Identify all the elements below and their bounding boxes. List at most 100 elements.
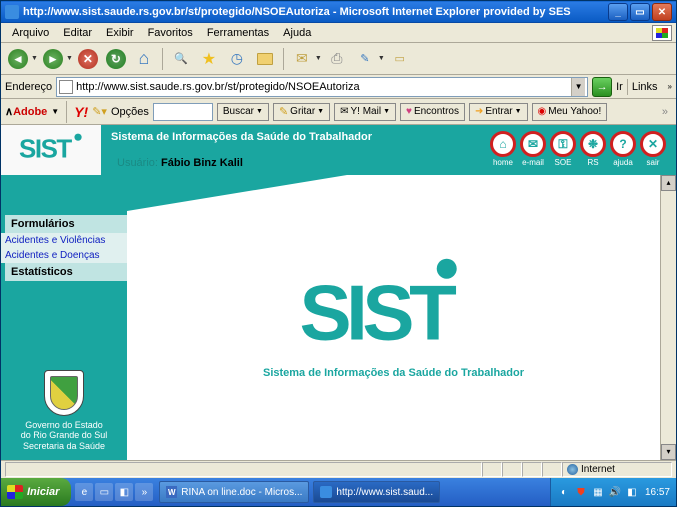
menu-favoritos[interactable]: Favoritos — [141, 25, 200, 41]
yahoo-toolbar: ∧Adobe ▼ Y! ✎▾ Opções Buscar▼ ✎Gritar▼ ✉… — [1, 99, 676, 125]
ql-desktop-icon[interactable]: ▭ — [95, 483, 113, 501]
mail-dropdown[interactable]: ▼ — [315, 55, 322, 62]
menubar: Arquivo Editar Exibir Favoritos Ferramen… — [1, 23, 676, 43]
sidebar-section-formularios[interactable]: Formulários — [1, 215, 127, 233]
links-chevron-icon[interactable]: » — [666, 82, 672, 91]
history-button[interactable]: ◷ — [224, 46, 250, 72]
menu-arquivo[interactable]: Arquivo — [5, 25, 56, 41]
taskbar: Iniciar e ▭ ◧ » W RINA on line.doc - Mic… — [1, 478, 676, 506]
close-button[interactable]: ✕ — [652, 3, 672, 21]
ql-ie-icon[interactable]: e — [75, 483, 93, 501]
sidebar-link-acidentes-violencias[interactable]: Acidentes e Violências — [1, 233, 127, 248]
system-tray: ◐ ⛊ ▦ 🔊 ◧ 16:57 — [550, 478, 676, 506]
yahoo-logo[interactable]: Y! — [74, 104, 88, 120]
sidebar: Formulários Acidentes e Violências Acide… — [1, 175, 127, 460]
user-name: Fábio Binz Kalil — [161, 157, 243, 169]
go-button[interactable]: → — [592, 77, 612, 97]
forward-dropdown[interactable]: ▼ — [66, 55, 73, 62]
adobe-dropdown[interactable]: ▼ — [51, 107, 59, 116]
tray-clock[interactable]: 16:57 — [645, 487, 670, 498]
back-button[interactable]: ◄ — [5, 46, 31, 72]
status-cell — [502, 462, 522, 477]
maximize-button[interactable]: ▭ — [630, 3, 650, 21]
buscar-button[interactable]: Buscar▼ — [217, 103, 269, 121]
address-dropdown[interactable]: ▼ — [571, 78, 585, 96]
gov-line1: Governo do Estado — [7, 420, 121, 431]
discuss-button[interactable]: ▭ — [387, 46, 413, 72]
nav-email[interactable]: ✉e-mail — [520, 131, 546, 167]
titlebar: http://www.sist.saude.rs.gov.br/st/prote… — [1, 1, 676, 23]
nav-rs[interactable]: ❉RS — [580, 131, 606, 167]
nav-ajuda[interactable]: ?ajuda — [610, 131, 636, 167]
nav-home[interactable]: ⌂home — [490, 131, 516, 167]
body-row: Formulários Acidentes e Violências Acide… — [1, 175, 676, 460]
quick-launch: e ▭ ◧ » — [75, 483, 153, 501]
nav-sair[interactable]: ✕sair — [640, 131, 666, 167]
minimize-button[interactable]: _ — [608, 3, 628, 21]
entrar-button[interactable]: ➜Entrar▼ — [469, 103, 528, 121]
edit-dropdown[interactable]: ▼ — [378, 55, 385, 62]
start-button[interactable]: Iniciar — [1, 478, 71, 506]
refresh-button[interactable]: ↻ — [103, 46, 129, 72]
address-input[interactable] — [76, 81, 571, 93]
wedge-decoration — [127, 175, 347, 211]
tray-icon[interactable]: ◐ — [557, 485, 571, 499]
favorites-button[interactable]: ★ — [196, 46, 222, 72]
sidebar-section-estatisticos[interactable]: Estatísticos — [1, 263, 127, 281]
separator — [162, 48, 163, 70]
security-zone: Internet — [562, 462, 672, 477]
nav-soe[interactable]: ⚿SOE — [550, 131, 576, 167]
gritar-button[interactable]: ✎Gritar▼ — [273, 103, 330, 121]
tray-icon[interactable]: ◧ — [625, 485, 639, 499]
menu-ferramentas[interactable]: Ferramentas — [200, 25, 276, 41]
ql-app-icon[interactable]: ◧ — [115, 483, 133, 501]
home-button[interactable]: ⌂ — [131, 46, 157, 72]
gov-block: Governo do Estado do Rio Grande do Sul S… — [1, 362, 127, 460]
opcoes-label[interactable]: Opções — [111, 106, 149, 118]
ql-chevron-icon[interactable]: » — [135, 483, 153, 501]
sidebar-link-acidentes-doencas[interactable]: Acidentes e Doenças — [1, 248, 127, 263]
pencil-icon[interactable]: ✎▾ — [92, 105, 107, 118]
gov-line2: do Rio Grande do Sul — [7, 430, 121, 441]
start-icon — [7, 485, 23, 499]
yahoo-search-input[interactable] — [153, 103, 213, 121]
window-title: http://www.sist.saude.rs.gov.br/st/prote… — [23, 6, 608, 18]
back-dropdown[interactable]: ▼ — [31, 55, 38, 62]
tray-volume-icon[interactable]: 🔊 — [608, 485, 622, 499]
stop-button[interactable]: ✕ — [75, 46, 101, 72]
menu-editar[interactable]: Editar — [56, 25, 99, 41]
forward-button[interactable]: ► — [40, 46, 66, 72]
adobe-label[interactable]: ∧Adobe — [5, 105, 47, 118]
address-label: Endereço — [5, 81, 52, 93]
links-label[interactable]: Links — [627, 79, 662, 95]
scroll-track[interactable] — [661, 191, 676, 444]
folders-button[interactable] — [252, 46, 278, 72]
vertical-scrollbar[interactable]: ▴ ▾ — [660, 175, 676, 460]
encontros-button[interactable]: ♥Encontros — [400, 103, 465, 121]
search-button[interactable]: 🔍 — [168, 46, 194, 72]
zone-label: Internet — [581, 464, 615, 475]
browser-window: http://www.sist.saude.rs.gov.br/st/prote… — [0, 0, 677, 507]
addressbar: Endereço ▼ → Ir Links » — [1, 75, 676, 99]
edit-button[interactable]: ✎ — [352, 46, 378, 72]
taskbar-item-ie[interactable]: http://www.sist.saud... — [313, 481, 440, 503]
tray-icon[interactable]: ▦ — [591, 485, 605, 499]
mail-button[interactable]: ✉ — [289, 46, 315, 72]
scroll-up-button[interactable]: ▴ — [661, 175, 676, 191]
menu-ajuda[interactable]: Ajuda — [276, 25, 318, 41]
scroll-down-button[interactable]: ▾ — [661, 444, 676, 460]
svg-text:SIST: SIST — [19, 135, 72, 163]
taskbar-item-word[interactable]: W RINA on line.doc - Micros... — [159, 481, 309, 503]
app-header: SIST Usuário: Fábio Binz Kalil Sistema d… — [1, 125, 676, 175]
ymail-button[interactable]: ✉Y! Mail▼ — [334, 103, 396, 121]
statusbar: Internet — [1, 460, 676, 478]
tagline: Sistema de Informações da Saúde do Traba… — [263, 367, 524, 379]
menu-exibir[interactable]: Exibir — [99, 25, 141, 41]
toolbar-overflow-icon[interactable]: » — [658, 106, 672, 118]
sist-logo-small: SIST — [19, 131, 91, 168]
tray-shield-icon[interactable]: ⛊ — [574, 485, 588, 499]
meu-yahoo-button[interactable]: ◉Meu Yahoo! — [532, 103, 608, 121]
status-cell — [482, 462, 502, 477]
print-button[interactable]: ⎙ — [324, 46, 350, 72]
toolbar: ◄▼ ►▼ ✕ ↻ ⌂ 🔍 ★ ◷ ✉▼ ⎙ ✎▼ ▭ — [1, 43, 676, 75]
